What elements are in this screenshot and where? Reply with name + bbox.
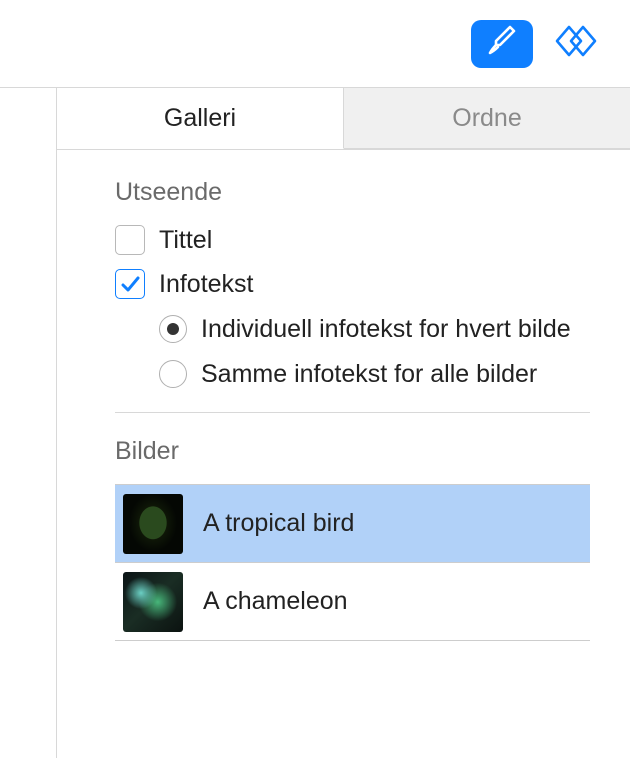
caption-radio-group: Individuell infotekst for hvert bilde Sa… (159, 313, 590, 390)
tab-arrange[interactable]: Ordne (344, 88, 630, 149)
radio-same-row[interactable]: Samme infotekst for alle bilder (159, 358, 590, 391)
image-thumbnail (123, 494, 183, 554)
image-row[interactable]: A tropical bird (115, 485, 590, 563)
shapes-diamond-icon (551, 21, 605, 66)
tab-arrange-label: Ordne (452, 104, 521, 133)
radio-same-label: Samme infotekst for alle bilder (201, 358, 537, 391)
inspector-panel: Galleri Ordne Utseende Tittel Infotekst … (56, 88, 630, 758)
tab-gallery-label: Galleri (164, 104, 236, 133)
title-checkbox-row[interactable]: Tittel (115, 225, 590, 255)
tab-gallery[interactable]: Galleri (57, 88, 344, 149)
image-label: A tropical bird (203, 509, 354, 538)
document-settings-button[interactable] (551, 22, 605, 66)
title-checkbox[interactable] (115, 225, 145, 255)
toolbar (0, 0, 630, 88)
tab-bar: Galleri Ordne (57, 88, 630, 150)
format-paintbrush-icon (484, 23, 520, 64)
caption-checkbox-row[interactable]: Infotekst (115, 269, 590, 299)
caption-checkbox[interactable] (115, 269, 145, 299)
image-label: A chameleon (203, 587, 348, 616)
caption-checkbox-label: Infotekst (159, 270, 254, 299)
images-section: Bilder A tropical bird A chameleon (57, 413, 630, 641)
radio-individual-row[interactable]: Individuell infotekst for hvert bilde (159, 313, 590, 346)
radio-individual-label: Individuell infotekst for hvert bilde (201, 313, 571, 346)
title-checkbox-label: Tittel (159, 226, 212, 255)
image-thumbnail (123, 572, 183, 632)
radio-individual[interactable] (159, 315, 187, 343)
appearance-section: Utseende Tittel Infotekst Individuell in… (57, 150, 630, 413)
image-row[interactable]: A chameleon (115, 563, 590, 641)
images-list: A tropical bird A chameleon (115, 484, 590, 641)
images-title: Bilder (115, 437, 590, 466)
radio-same[interactable] (159, 360, 187, 388)
format-button[interactable] (471, 20, 533, 68)
appearance-title: Utseende (115, 178, 590, 207)
